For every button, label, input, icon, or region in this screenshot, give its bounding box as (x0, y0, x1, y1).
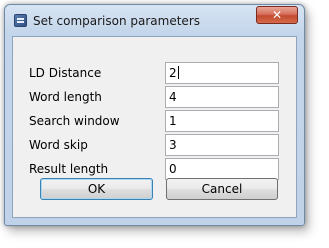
search-window-value: 1 (169, 114, 177, 128)
search-window-label: Search window (29, 114, 120, 128)
text-caret (177, 66, 179, 79)
ld-distance-value: 2 (169, 66, 177, 80)
search-window-field[interactable]: 1 (165, 110, 279, 132)
ld-distance-label: LD Distance (29, 66, 102, 80)
dialog-body: LD Distance 2 Word length 4 Search windo… (0, 0, 329, 248)
word-length-value: 4 (169, 90, 177, 104)
word-length-field[interactable]: 4 (165, 86, 279, 108)
ok-button[interactable]: OK (40, 178, 153, 200)
word-skip-field[interactable]: 3 (165, 134, 279, 156)
result-length-field[interactable]: 0 (165, 158, 279, 180)
result-length-value: 0 (169, 162, 177, 176)
word-skip-value: 3 (169, 138, 177, 152)
ld-distance-field[interactable]: 2 (165, 62, 279, 84)
cancel-button-label: Cancel (201, 182, 243, 196)
word-skip-label: Word skip (29, 138, 88, 152)
word-length-label: Word length (29, 90, 102, 104)
cancel-button[interactable]: Cancel (166, 178, 278, 200)
result-length-label: Result length (29, 162, 109, 176)
ok-button-label: OK (87, 182, 106, 196)
